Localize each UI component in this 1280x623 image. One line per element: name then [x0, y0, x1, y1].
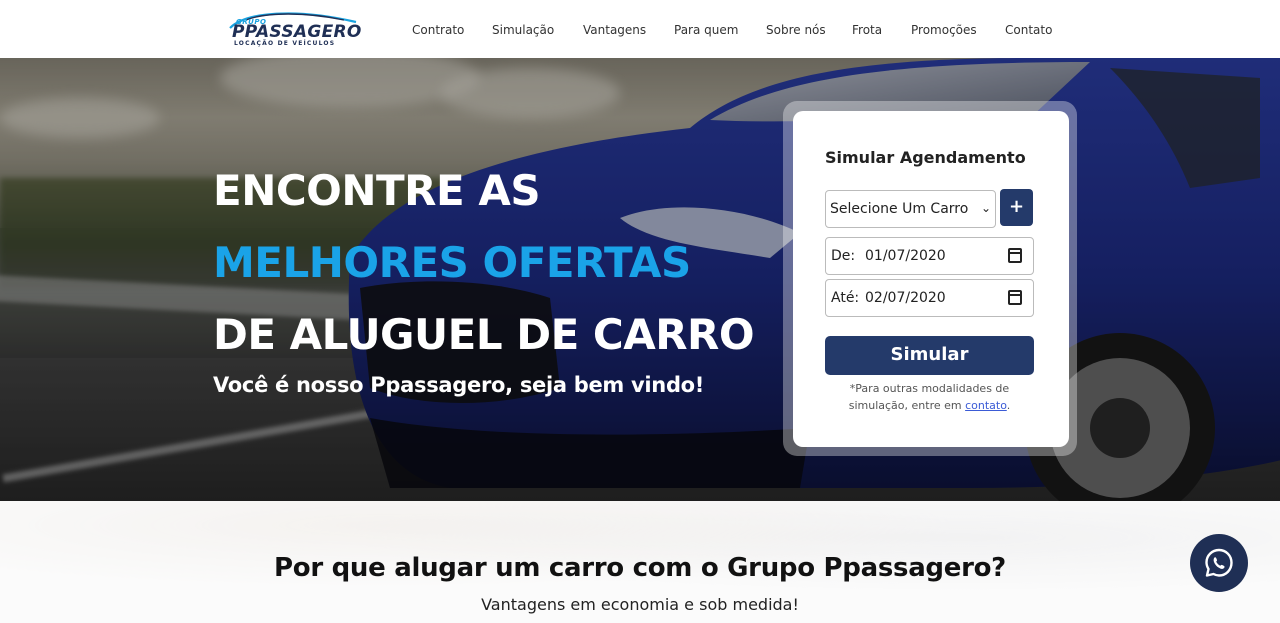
brand-name: PPASSAGERO [232, 22, 362, 42]
end-date-value: 02/07/2020 [865, 290, 946, 306]
hero-subtitle: Você é nosso Ppassagero, seja bem vindo! [213, 373, 705, 397]
hero-banner: ENCONTRE AS MELHORES OFERTAS DE ALUGUEL … [0, 58, 1280, 501]
calendar-icon[interactable] [1008, 248, 1022, 263]
nav-sobre-nos[interactable]: Sobre nós [766, 23, 826, 37]
nav-frota[interactable]: Frota [852, 23, 882, 37]
whatsapp-icon [1205, 548, 1233, 577]
start-date-label: De: [831, 248, 856, 264]
brand-tagline: LOCAÇÃO DE VEÍCULOS [234, 40, 336, 47]
calendar-icon[interactable] [1008, 290, 1022, 305]
simulation-note: *Para outras modalidades de simulação, e… [825, 380, 1034, 414]
car-select[interactable]: Selecione Um Carro ⌄ [825, 190, 996, 228]
note-suffix: . [1006, 399, 1011, 412]
whatsapp-button[interactable] [1190, 534, 1248, 592]
simulation-title: Simular Agendamento [825, 148, 1026, 167]
hero-line-3: DE ALUGUEL DE CARRO [213, 310, 755, 359]
section-subtitle: Vantagens em economia e sob medida! [481, 595, 799, 614]
brand-logo[interactable]: GRUPO PPASSAGERO LOCAÇÃO DE VEÍCULOS [226, 6, 362, 50]
car-select-value: Selecione Um Carro [830, 201, 969, 217]
advantages-section: Por que alugar um carro com o Grupo Ppas… [0, 501, 1280, 623]
nav-para-quem[interactable]: Para quem [674, 23, 738, 37]
simulate-button[interactable]: Simular [825, 336, 1034, 375]
start-date-field[interactable]: De: 01/07/2020 [825, 237, 1034, 275]
start-date-value: 01/07/2020 [865, 248, 946, 264]
hero-line-2: MELHORES OFERTAS [213, 238, 691, 287]
nav-promocoes[interactable]: Promoções [911, 23, 977, 37]
add-car-button[interactable]: + [1000, 189, 1033, 226]
section-title: Por que alugar um carro com o Grupo Ppas… [274, 553, 1006, 583]
nav-contrato[interactable]: Contrato [412, 23, 464, 37]
nav-vantagens[interactable]: Vantagens [583, 23, 646, 37]
end-date-field[interactable]: Até: 02/07/2020 [825, 279, 1034, 317]
top-navbar: GRUPO PPASSAGERO LOCAÇÃO DE VEÍCULOS Con… [0, 0, 1280, 58]
end-date-label: Até: [831, 290, 860, 306]
hero-line-1: ENCONTRE AS [213, 166, 541, 215]
nav-simulacao[interactable]: Simulação [492, 23, 554, 37]
contact-link[interactable]: contato [965, 399, 1007, 412]
nav-contato[interactable]: Contato [1005, 23, 1052, 37]
chevron-down-icon: ⌄ [980, 201, 991, 215]
